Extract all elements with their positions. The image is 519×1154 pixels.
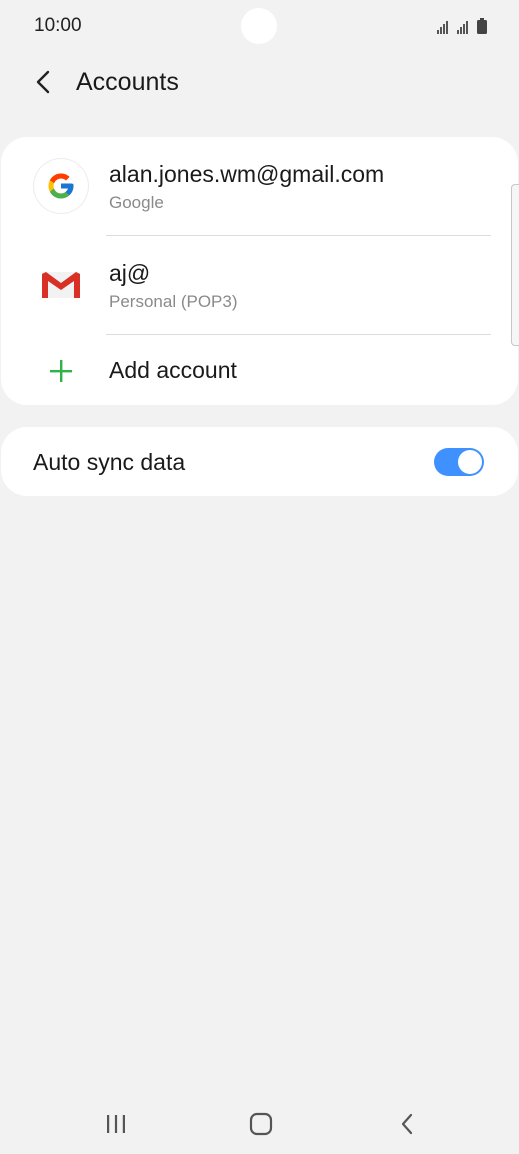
back-icon <box>401 1113 413 1135</box>
nav-back-button[interactable] <box>387 1108 427 1140</box>
google-logo <box>48 173 74 199</box>
scroll-handle[interactable] <box>511 184 519 346</box>
back-button[interactable] <box>26 64 62 100</box>
gmail-icon <box>34 258 88 312</box>
recent-apps-icon <box>107 1115 125 1133</box>
chevron-left-icon <box>36 70 50 94</box>
auto-sync-toggle[interactable] <box>434 448 484 476</box>
battery-icon <box>477 18 487 34</box>
add-account-button[interactable]: Add account <box>1 335 518 405</box>
gmail-logo <box>42 272 80 298</box>
toggle-knob <box>458 450 482 474</box>
accounts-list: alan.jones.wm@gmail.com Google aj@ Perso… <box>1 137 518 405</box>
camera-cutout <box>241 8 277 44</box>
status-time: 10:00 <box>34 15 82 36</box>
signal-icon <box>437 21 448 34</box>
google-icon <box>34 159 88 213</box>
account-email: aj@ <box>109 260 151 286</box>
account-item-pop3[interactable]: aj@ Personal (POP3) <box>1 236 518 334</box>
signal-icon <box>457 21 468 34</box>
recent-apps-button[interactable] <box>96 1108 136 1140</box>
page-title: Accounts <box>76 68 179 96</box>
account-item-google[interactable]: alan.jones.wm@gmail.com Google <box>1 137 518 235</box>
status-bar: 10:00 <box>0 0 519 52</box>
account-email: alan.jones.wm@gmail.com <box>109 161 385 187</box>
navigation-bar <box>0 1094 519 1154</box>
auto-sync-label: Auto sync data <box>33 449 186 475</box>
home-icon <box>249 1112 273 1136</box>
add-account-label: Add account <box>109 357 237 383</box>
app-header: Accounts <box>0 52 519 114</box>
plus-icon <box>48 358 74 384</box>
home-button[interactable] <box>241 1108 281 1140</box>
account-type: Personal (POP3) <box>109 292 238 311</box>
status-icons <box>437 16 487 34</box>
account-type: Google <box>109 193 164 212</box>
auto-sync-row[interactable]: Auto sync data <box>1 427 518 496</box>
